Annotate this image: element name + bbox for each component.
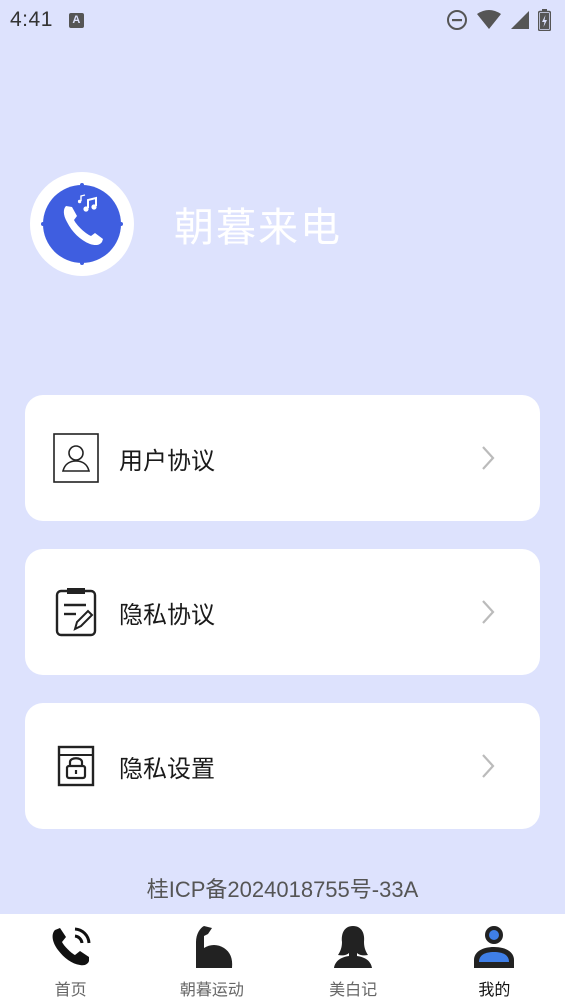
nav-label: 首页	[54, 980, 87, 999]
a-icon: A	[68, 12, 84, 28]
menu-label: 隐私协议	[119, 600, 215, 629]
icp-record-link[interactable]: 桂ICP备2024018755号-33A	[0, 872, 565, 904]
user-icon	[53, 433, 99, 483]
woman-icon	[329, 922, 377, 970]
phone-icon	[47, 922, 95, 970]
person-icon	[470, 922, 518, 970]
nav-item-home[interactable]: 首页	[0, 914, 141, 1004]
signal-icon	[511, 11, 529, 29]
menu-item-privacy-agreement[interactable]: 隐私协议	[25, 549, 540, 675]
status-left: 4:41 A	[10, 8, 84, 32]
status-right	[446, 9, 551, 31]
nav-item-whitening[interactable]: 美白记	[283, 914, 424, 1004]
clipboard-edit-icon	[53, 587, 99, 637]
muscle-icon	[188, 922, 236, 970]
app-header: 朝暮来电	[30, 172, 342, 276]
nav-label: 美白记	[329, 980, 378, 999]
bottom-nav: 首页 朝暮运动 美白记 我的	[0, 914, 565, 1004]
app-title: 朝暮来电	[174, 205, 342, 251]
dnd-icon	[447, 10, 467, 30]
chevron-right-icon	[478, 751, 498, 781]
nav-item-mine[interactable]: 我的	[424, 914, 565, 1004]
status-bar: 4:41 A	[0, 0, 565, 40]
app-logo	[30, 172, 134, 276]
menu-item-privacy-settings[interactable]: 隐私设置	[25, 703, 540, 829]
phone-music-icon	[41, 183, 123, 265]
lock-icon	[53, 741, 99, 791]
menu-label: 隐私设置	[119, 754, 215, 783]
menu-label: 用户协议	[119, 446, 215, 475]
status-time: 4:41	[10, 8, 53, 31]
chevron-right-icon	[478, 597, 498, 627]
chevron-right-icon	[478, 443, 498, 473]
battery-icon	[538, 9, 551, 31]
wifi-icon	[477, 10, 501, 29]
menu-item-user-agreement[interactable]: 用户协议	[25, 395, 540, 521]
nav-item-exercise[interactable]: 朝暮运动	[141, 914, 282, 1004]
nav-label: 朝暮运动	[179, 980, 244, 999]
nav-label: 我的	[478, 980, 511, 999]
